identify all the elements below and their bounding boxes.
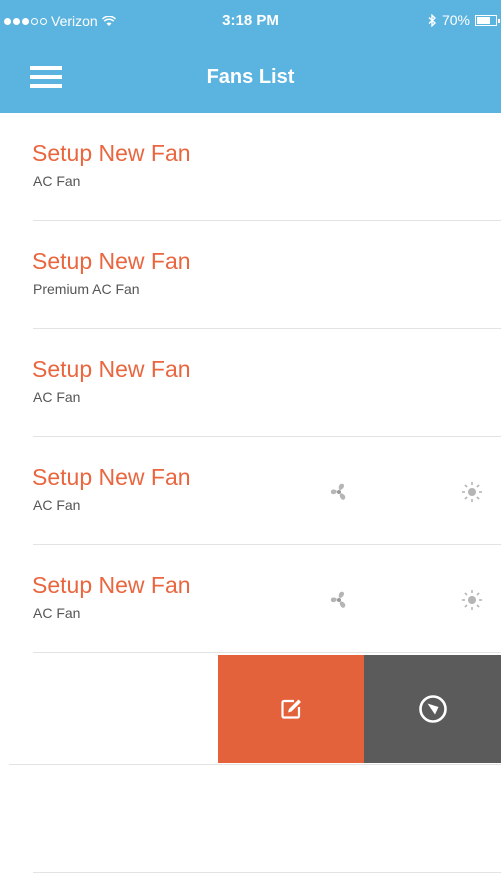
bluetooth-icon	[428, 13, 436, 27]
fan-type: AC Fan	[33, 497, 81, 513]
clock: 3:18 PM	[222, 12, 279, 29]
fan-type: AC Fan	[33, 173, 81, 189]
fan-list-item[interactable]: Setup New Fan AC Fan	[0, 329, 501, 437]
battery-level	[477, 16, 490, 24]
fan-icon[interactable]	[327, 588, 351, 612]
edit-button[interactable]	[218, 655, 364, 763]
page-title: Fans List	[206, 66, 295, 88]
fan-name: Setup New Fan	[32, 572, 191, 598]
fan-type: AC Fan	[33, 605, 81, 621]
fan-list-item[interactable]: Setup New Fan AC Fan	[0, 437, 501, 545]
list-divider	[9, 764, 501, 765]
fan-type: Premium AC Fan	[33, 281, 140, 297]
battery-percent: 70%	[441, 12, 470, 28]
swiped-list-item	[0, 655, 501, 764]
light-icon[interactable]	[460, 588, 484, 612]
locate-button[interactable]	[364, 655, 501, 763]
fan-icon[interactable]	[327, 480, 351, 504]
nav-bar: Fans List	[0, 40, 501, 113]
compass-icon	[418, 695, 447, 723]
edit-icon	[281, 699, 301, 719]
fan-list-item[interactable]: Setup New Fan Premium AC Fan	[0, 221, 501, 329]
list-divider	[33, 872, 501, 873]
app-header: Verizon 3:18 PM 70% Fans List	[0, 0, 501, 113]
battery-icon	[475, 14, 500, 26]
fan-name: Setup New Fan	[32, 140, 191, 166]
fan-name: Setup New Fan	[32, 248, 191, 274]
fan-name: Setup New Fan	[32, 464, 191, 490]
fan-name: Setup New Fan	[32, 356, 191, 382]
fan-list: Setup New Fan AC Fan Setup New Fan Premi…	[0, 113, 501, 653]
fan-list-item[interactable]: Setup New Fan AC Fan	[0, 545, 501, 653]
fan-list-item[interactable]: Setup New Fan AC Fan	[0, 113, 501, 221]
fan-type: AC Fan	[33, 389, 81, 405]
battery-status: 70%	[428, 12, 500, 28]
status-bar: Verizon 3:18 PM 70%	[0, 0, 501, 40]
light-icon[interactable]	[460, 480, 484, 504]
